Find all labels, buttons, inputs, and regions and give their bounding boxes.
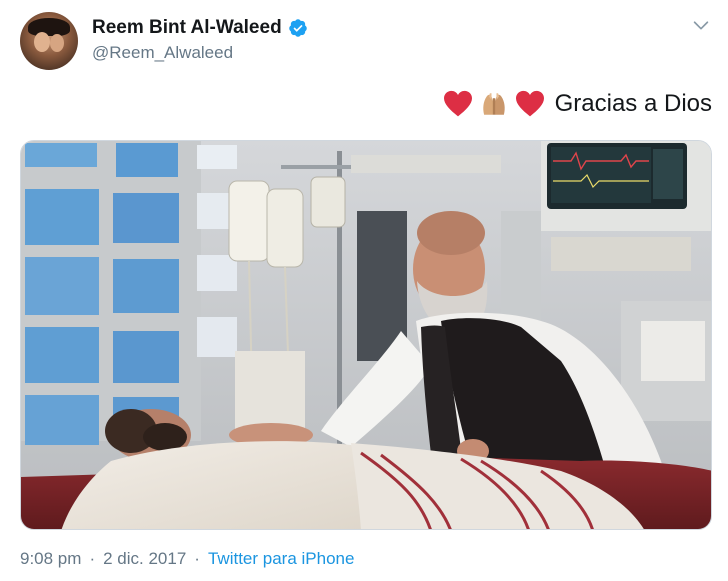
chevron-down-icon[interactable] [690,14,712,36]
meta-separator-2: · [194,549,200,568]
tweet-text: Gracias a Dios [554,90,712,117]
tweet-photo[interactable] [20,140,712,530]
tweet-card: Reem Bint Al-Waleed @Reem_Alwaleed Graci… [0,0,728,581]
red-heart-icon [515,90,544,117]
verified-badge-icon [288,19,307,37]
tweet-time[interactable]: 9:08 pm [20,549,81,569]
avatar[interactable] [20,12,78,70]
author-name-row: Reem Bint Al-Waleed [92,17,308,39]
folded-hands-icon [482,93,505,115]
tweet-text-row: Gracias a Dios [443,90,712,118]
tweet-source-link[interactable]: Twitter para iPhone [208,549,354,569]
author-handle[interactable]: @Reem_Alwaleed [92,43,233,63]
author-display-name[interactable]: Reem Bint Al-Waleed [92,17,282,39]
tweet-meta: 9:08 pm · 2 dic. 2017 · Twitter para iPh… [20,549,354,569]
meta-separator: · [89,549,96,568]
red-heart-icon [443,90,472,117]
tweet-date[interactable]: 2 dic. 2017 [103,549,186,569]
